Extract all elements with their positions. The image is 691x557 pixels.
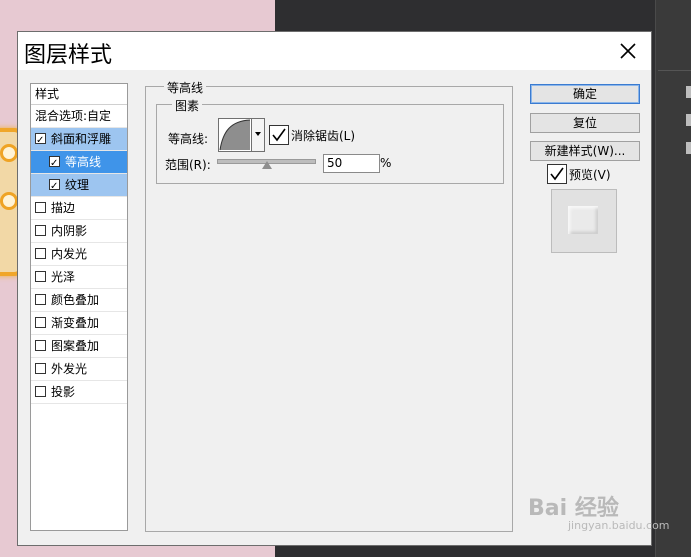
contour-dropdown-button[interactable] [251,118,265,152]
contour-label: 等高线: [168,132,209,146]
style-item-label: 等高线 [65,155,102,169]
pattern-overlay-checkbox[interactable] [35,340,46,351]
blend-options-item[interactable]: 混合选项:自定 [31,105,127,128]
style-item-label: 内发光 [51,247,88,261]
style-item-texture[interactable]: 纹理 [31,174,127,198]
antialias-checkbox[interactable] [269,125,289,145]
dialog-content: 样式 混合选项:自定 斜面和浮雕 等高线 纹理 描边 内阴影 内发光 光泽 [18,70,651,545]
style-item-label: 纹理 [65,178,90,192]
style-preview-thumbnail [551,189,617,253]
style-item-stroke[interactable]: 描边 [31,197,127,220]
style-item-outer-glow[interactable]: 外发光 [31,358,127,381]
dialog-titlebar: 图层样式 [18,32,651,70]
contour-curve-icon [219,119,251,151]
style-item-drop-shadow[interactable]: 投影 [31,381,127,404]
range-input[interactable]: 50 [323,154,380,173]
style-item-label: 渐变叠加 [51,316,100,330]
style-item-label: 描边 [51,201,76,215]
watermark-subtext: jingyan.baidu.com [568,519,670,532]
contour-preview[interactable] [218,118,252,152]
style-item-pattern-overlay[interactable]: 图案叠加 [31,335,127,358]
color-overlay-checkbox[interactable] [35,294,46,305]
style-item-label: 外发光 [51,362,88,376]
style-item-bevel-emboss[interactable]: 斜面和浮雕 [31,128,127,152]
inner-shadow-checkbox[interactable] [35,225,46,236]
contour-group-title: 等高线 [164,79,207,96]
preview-label[interactable]: 预览(V) [569,166,611,183]
style-item-inner-glow[interactable]: 内发光 [31,243,127,266]
right-panel-strip [655,0,691,557]
range-label: 范围(R): [165,158,211,172]
satin-checkbox[interactable] [35,271,46,282]
layer-style-dialog: 图层样式 样式 混合选项:自定 斜面和浮雕 等高线 纹理 描边 内阴影 [17,31,652,546]
baidu-watermark: Bai 经验 jingyan.baidu.com [528,490,670,532]
outer-glow-checkbox[interactable] [35,363,46,374]
ok-button[interactable]: 确定 [530,84,640,104]
style-item-label: 投影 [51,385,76,399]
new-style-button[interactable]: 新建样式(W)... [530,141,640,161]
range-slider-thumb[interactable] [262,161,272,169]
style-item-label: 斜面和浮雕 [51,132,112,146]
style-item-gradient-overlay[interactable]: 渐变叠加 [31,312,127,335]
style-list: 样式 混合选项:自定 斜面和浮雕 等高线 纹理 描边 内阴影 内发光 光泽 [30,83,128,531]
watermark-text: Bai 经验 [528,496,619,521]
style-list-header[interactable]: 样式 [31,84,127,105]
style-item-label: 颜色叠加 [51,293,100,307]
style-item-color-overlay[interactable]: 颜色叠加 [31,289,127,312]
close-icon [620,43,636,59]
style-item-label: 图案叠加 [51,339,100,353]
close-button[interactable] [615,38,641,64]
texture-checkbox[interactable] [49,176,60,198]
reset-button[interactable]: 复位 [530,113,640,133]
checkmark-icon [550,167,564,181]
style-item-satin[interactable]: 光泽 [31,266,127,289]
style-item-contour[interactable]: 等高线 [31,151,127,175]
contour-checkbox[interactable] [49,153,60,175]
dialog-title: 图层样式 [24,43,113,68]
drop-shadow-checkbox[interactable] [35,386,46,397]
bevel-emboss-checkbox[interactable] [35,130,46,152]
preview-checkbox[interactable] [547,164,567,184]
style-item-inner-shadow[interactable]: 内阴影 [31,220,127,243]
elements-group-title: 图素 [172,97,203,114]
stroke-checkbox[interactable] [35,202,46,213]
style-item-label: 内阴影 [51,224,88,238]
style-item-label: 光泽 [51,270,76,284]
checkmark-icon [272,128,286,142]
range-unit: % [380,156,392,170]
gradient-overlay-checkbox[interactable] [35,317,46,328]
antialias-label[interactable]: 消除锯齿(L) [291,127,355,144]
inner-glow-checkbox[interactable] [35,248,46,259]
